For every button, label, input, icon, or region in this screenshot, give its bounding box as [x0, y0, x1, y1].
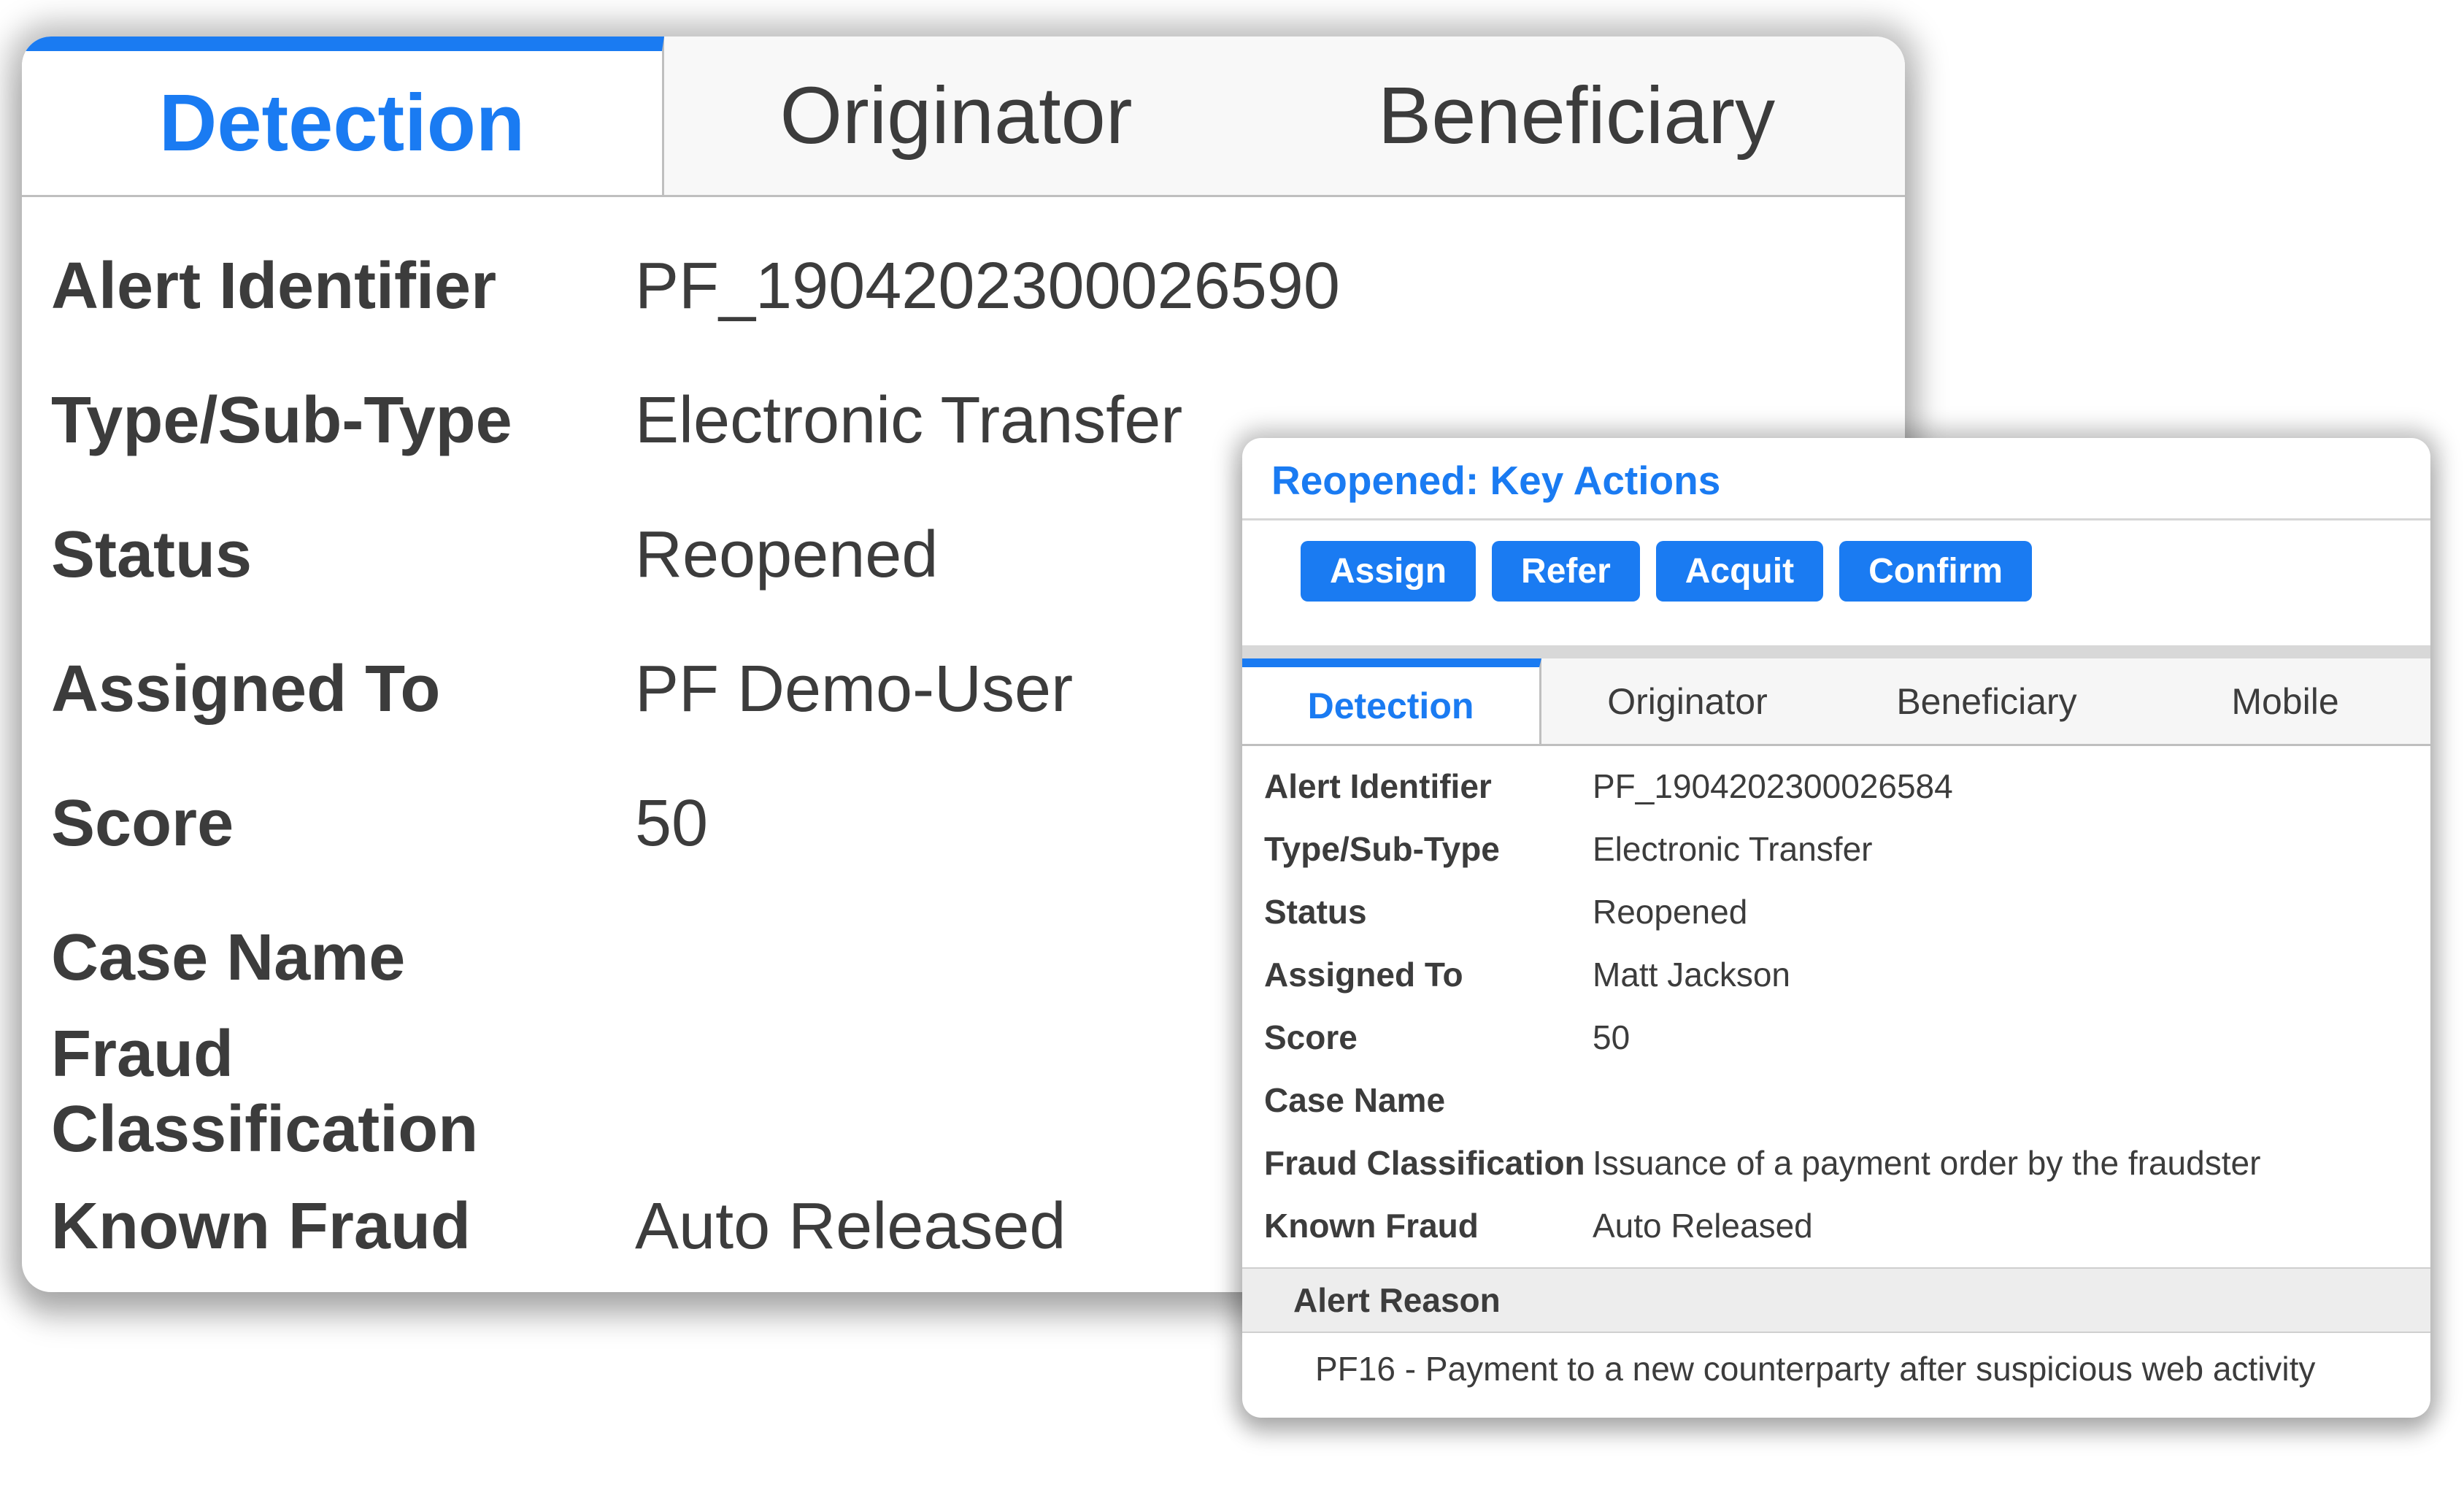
label-alert-identifier: Alert Identifier — [51, 249, 635, 324]
svalue-score: 50 — [1593, 1018, 1630, 1057]
svalue-alert-identifier: PF_1904202300026584 — [1593, 767, 1953, 806]
slabel-fraud-classification: Fraud Classification — [1264, 1143, 1593, 1183]
srow-assigned-to: Assigned To Matt Jackson — [1264, 943, 2409, 1006]
slabel-alert-identifier: Alert Identifier — [1264, 767, 1593, 806]
value-type-sub-type: Electronic Transfer — [635, 383, 1182, 458]
slabel-type-sub-type: Type/Sub-Type — [1264, 829, 1593, 869]
label-assigned-to: Assigned To — [51, 652, 635, 727]
value-alert-identifier: PF_1904202300026590 — [635, 249, 1340, 324]
alert-detail-card-small: Reopened: Key Actions Assign Refer Acqui… — [1242, 438, 2430, 1418]
svalue-type-sub-type: Electronic Transfer — [1593, 829, 1872, 869]
key-actions-title: Reopened: Key Actions — [1242, 438, 2430, 520]
srow-type-sub-type: Type/Sub-Type Electronic Transfer — [1264, 818, 2409, 880]
value-status: Reopened — [635, 518, 938, 593]
label-known-fraud: Known Fraud — [51, 1189, 635, 1264]
tab-originator[interactable]: Originator — [664, 37, 1248, 195]
label-fraud-classification: Fraud Classification — [51, 1017, 635, 1167]
srow-status: Status Reopened — [1264, 880, 2409, 943]
value-assigned-to: PF Demo-User — [635, 652, 1073, 727]
svalue-status: Reopened — [1593, 892, 1747, 931]
svalue-assigned-to: Matt Jackson — [1593, 955, 1790, 994]
tab-originator-small[interactable]: Originator — [1541, 658, 1833, 744]
large-tabs: Detection Originator Beneficiary — [22, 37, 1905, 197]
srow-alert-identifier: Alert Identifier PF_1904202300026584 — [1264, 755, 2409, 818]
row-alert-identifier: Alert Identifier PF_1904202300026590 — [51, 219, 1876, 353]
srow-case-name: Case Name — [1264, 1069, 2409, 1132]
small-tabs: Detection Originator Beneficiary Mobile — [1242, 658, 2430, 746]
tab-beneficiary-small[interactable]: Beneficiary — [1833, 658, 2140, 744]
acquit-button[interactable]: Acquit — [1656, 541, 1823, 602]
key-actions-row: Assign Refer Acquit Confirm — [1242, 520, 2430, 658]
srow-score: Score 50 — [1264, 1006, 2409, 1069]
slabel-known-fraud: Known Fraud — [1264, 1206, 1593, 1245]
value-known-fraud: Auto Released — [635, 1189, 1066, 1264]
tab-detection[interactable]: Detection — [22, 37, 664, 195]
alert-reason-text: PF16 - Payment to a new counterparty aft… — [1242, 1333, 2430, 1418]
alert-reason-heading: Alert Reason — [1242, 1267, 2430, 1333]
tab-mobile-small[interactable]: Mobile — [2140, 658, 2430, 744]
label-type-sub-type: Type/Sub-Type — [51, 383, 635, 458]
srow-known-fraud: Known Fraud Auto Released — [1264, 1194, 2409, 1257]
svalue-known-fraud: Auto Released — [1593, 1206, 1813, 1245]
small-detail-body: Alert Identifier PF_1904202300026584 Typ… — [1242, 746, 2430, 1257]
label-status: Status — [51, 518, 635, 593]
tab-beneficiary[interactable]: Beneficiary — [1248, 37, 1905, 195]
confirm-button[interactable]: Confirm — [1839, 541, 2032, 602]
value-score: 50 — [635, 786, 708, 861]
slabel-case-name: Case Name — [1264, 1080, 1593, 1120]
label-score: Score — [51, 786, 635, 861]
refer-button[interactable]: Refer — [1492, 541, 1640, 602]
tab-detection-small[interactable]: Detection — [1242, 658, 1541, 744]
srow-fraud-classification: Fraud Classification Issuance of a payme… — [1264, 1132, 2409, 1194]
label-case-name: Case Name — [51, 921, 635, 996]
assign-button[interactable]: Assign — [1301, 541, 1476, 602]
slabel-assigned-to: Assigned To — [1264, 955, 1593, 994]
slabel-status: Status — [1264, 892, 1593, 931]
slabel-score: Score — [1264, 1018, 1593, 1057]
svalue-fraud-classification: Issuance of a payment order by the fraud… — [1593, 1143, 2260, 1183]
